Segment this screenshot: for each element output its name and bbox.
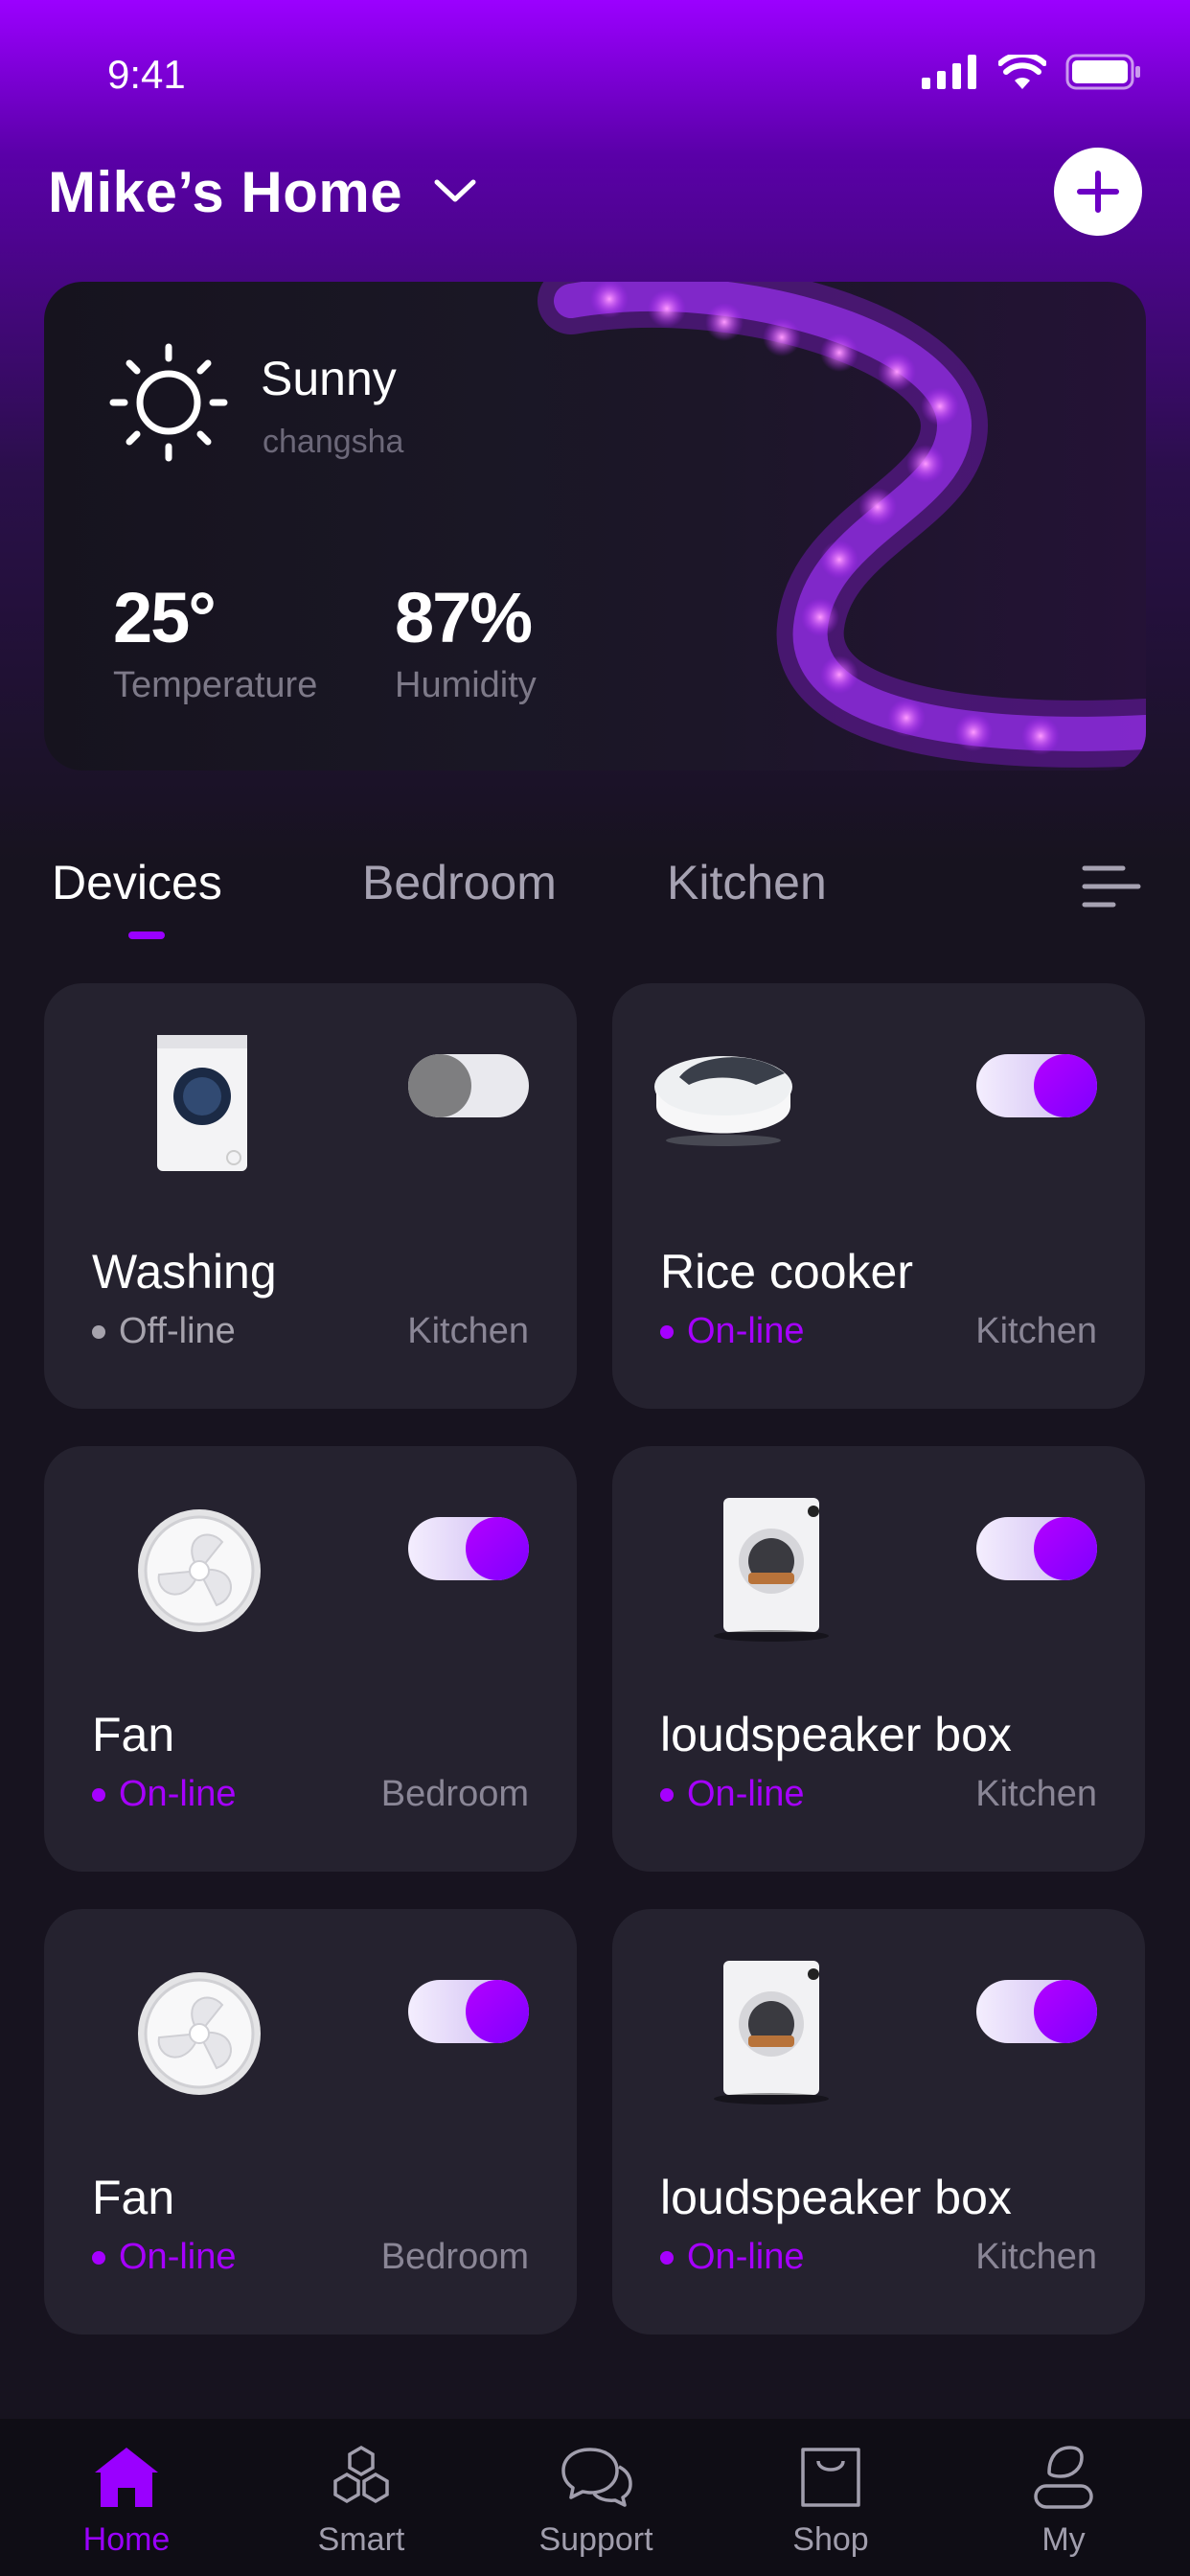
status-time: 9:41 (107, 52, 186, 97)
toggle-knob (466, 1980, 529, 2043)
home-icon (95, 2448, 158, 2507)
user-icon (1034, 2446, 1093, 2509)
power-toggle[interactable] (408, 1980, 529, 2043)
device-card[interactable]: Fan On-line Bedroom (44, 1909, 577, 2334)
plus-icon (1077, 171, 1119, 213)
status-dot (92, 2250, 105, 2265)
sunny-icon (109, 343, 228, 462)
tab-label: Smart (317, 2521, 405, 2558)
weather-city: changsha (263, 424, 404, 460)
room-tabs: Devices Bedroom Kitchen (52, 843, 1142, 949)
toggle-knob (1034, 1054, 1097, 1117)
home-name: Mike’s Home (48, 159, 403, 224)
status-dot (92, 1787, 105, 1802)
device-status-text: On-line (119, 2237, 237, 2277)
device-status-text: On-line (687, 1774, 805, 1814)
toggle-knob (466, 1517, 529, 1580)
tab-devices[interactable]: Devices (52, 855, 222, 910)
chevron-down-icon (434, 179, 476, 202)
tab-kitchen[interactable]: Kitchen (667, 855, 827, 910)
device-status-text: On-line (119, 1774, 237, 1814)
device-card[interactable]: Rice cooker On-line Kitchen (612, 983, 1145, 1409)
status-dot (92, 1324, 105, 1339)
device-name: Rice cooker (660, 1245, 913, 1299)
loudspeaker-icon (714, 1498, 829, 1642)
tab-my[interactable]: My (977, 2444, 1150, 2559)
device-status: On-line (660, 2237, 805, 2278)
device-room: Kitchen (975, 2237, 1097, 2277)
loudspeaker-icon (714, 1961, 829, 2104)
home-selector[interactable]: Mike’s Home (48, 159, 477, 225)
device-name: Washing (92, 1245, 277, 1299)
power-toggle[interactable] (408, 1054, 529, 1117)
tab-label: Shop (792, 2521, 869, 2558)
humidity-label: Humidity (395, 665, 537, 705)
device-status-text: On-line (687, 2237, 805, 2277)
status-dot (660, 1324, 674, 1339)
washing-machine-icon (157, 1035, 247, 1171)
device-room: Kitchen (975, 1774, 1097, 1814)
add-device-button[interactable] (1054, 148, 1142, 236)
rice-cooker-icon (654, 1056, 792, 1146)
wifi-icon (998, 55, 1046, 89)
tab-smart[interactable]: Smart (275, 2444, 447, 2559)
toggle-knob (1034, 1980, 1097, 2043)
status-icons (922, 54, 1142, 90)
power-toggle[interactable] (976, 1980, 1097, 2043)
device-status: On-line (660, 1774, 805, 1815)
tab-label: Home (82, 2521, 171, 2558)
tab-shop[interactable]: Shop (744, 2444, 917, 2559)
active-tab-indicator (128, 932, 165, 939)
device-room: Bedroom (380, 1774, 529, 1814)
device-name: Fan (92, 1708, 175, 1761)
chat-bubbles-icon (561, 2448, 632, 2507)
weather-card[interactable]: Sunny changsha 25° Temperature 87% Humid… (44, 282, 1146, 770)
device-room: Kitchen (975, 1311, 1097, 1351)
tab-bedroom[interactable]: Bedroom (362, 855, 557, 910)
home-header: Mike’s Home (48, 144, 1142, 240)
temperature-label: Temperature (113, 665, 318, 705)
status-bar: 9:41 (0, 0, 1190, 144)
cellular-signal-icon (922, 55, 976, 89)
status-dot (660, 2250, 674, 2265)
toggle-knob (408, 1054, 471, 1117)
device-card[interactable]: Fan On-line Bedroom (44, 1446, 577, 1872)
tab-label: My (1041, 2521, 1086, 2558)
device-status: On-line (92, 2237, 237, 2278)
toggle-knob (1034, 1517, 1097, 1580)
device-room: Bedroom (380, 2237, 529, 2277)
device-name: loudspeaker box (660, 1708, 1012, 1761)
tab-label: Support (538, 2521, 653, 2558)
tab-home[interactable]: Home (40, 2444, 213, 2559)
fan-icon (138, 1972, 261, 2095)
device-status: Off-line (92, 1311, 236, 1352)
device-card[interactable]: loudspeaker box On-line Kitchen (612, 1909, 1145, 2334)
power-toggle[interactable] (976, 1517, 1097, 1580)
battery-icon (1065, 54, 1140, 90)
device-status: On-line (660, 1311, 805, 1352)
hexagon-cluster-icon (333, 2445, 389, 2504)
device-status-text: On-line (687, 1311, 805, 1351)
power-toggle[interactable] (976, 1054, 1097, 1117)
tab-support[interactable]: Support (510, 2444, 682, 2559)
temperature-value: 25° (113, 578, 217, 657)
device-card[interactable]: Washing Off-line Kitchen (44, 983, 577, 1409)
power-toggle[interactable] (408, 1517, 529, 1580)
device-card[interactable]: loudspeaker box On-line Kitchen (612, 1446, 1145, 1872)
device-status-text: Off-line (119, 1311, 236, 1351)
humidity-value: 87% (395, 578, 533, 657)
device-room: Kitchen (407, 1311, 529, 1351)
bottom-tab-bar: Home Smart Support Shop My (0, 2419, 1190, 2576)
status-dot (660, 1787, 674, 1802)
device-name: Fan (92, 2171, 175, 2224)
shopping-bag-icon (801, 2448, 860, 2507)
device-status: On-line (92, 1774, 237, 1815)
fan-icon (138, 1509, 261, 1632)
weather-condition: Sunny (261, 352, 397, 405)
device-name: loudspeaker box (660, 2171, 1012, 2224)
menu-icon[interactable] (1081, 862, 1142, 910)
